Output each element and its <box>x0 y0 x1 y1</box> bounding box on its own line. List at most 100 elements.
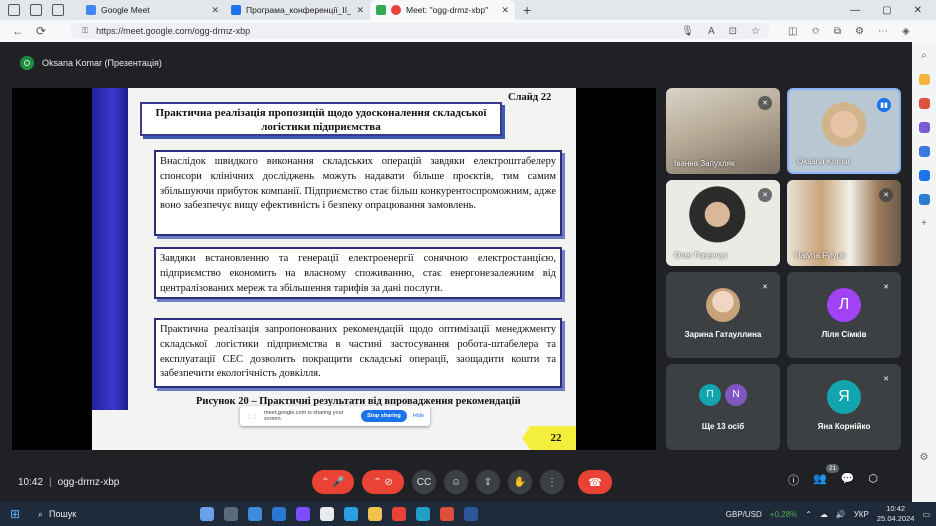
chat-icon[interactable]: 💬 <box>841 472 855 488</box>
meeting-details-icon[interactable]: ⓘ <box>788 472 799 488</box>
site-info-icon[interactable]: ⚿ <box>82 26 88 36</box>
captions-button[interactable]: CC <box>412 470 436 494</box>
copilot-icon[interactable]: ◈ <box>902 26 910 37</box>
favorites-icon[interactable]: ✩ <box>811 26 819 37</box>
outlook-icon[interactable] <box>918 170 930 181</box>
url-tools: 🎙 A ⊡ ☆ <box>681 26 770 37</box>
office-icon[interactable] <box>918 146 930 157</box>
participant-tile[interactable]: Я ✕ Яна Корнійко <box>787 364 901 450</box>
minimize-button[interactable]: — <box>850 5 860 16</box>
word-icon[interactable] <box>464 507 478 521</box>
tab-title: Програма_конференції_II_етап <box>246 5 352 15</box>
participant-tile-speaking[interactable]: ▮▮ Oksana Komar <box>787 88 901 174</box>
profile-icon[interactable] <box>8 4 20 16</box>
microphone-toggle-button[interactable]: ⌃ 🎤 <box>312 470 354 494</box>
chrome-profile-icon[interactable] <box>440 507 454 521</box>
search-icon[interactable]: ⌕ <box>921 50 927 61</box>
chrome-icon[interactable] <box>392 507 406 521</box>
close-tab-icon[interactable]: ✕ <box>211 5 219 16</box>
search-icon: ⌕ <box>38 508 44 519</box>
avatar <box>706 287 740 322</box>
file-explorer-icon[interactable] <box>368 507 382 521</box>
people-icon[interactable]: 👥 <box>813 472 827 488</box>
telegram-icon[interactable] <box>344 507 358 521</box>
url-field[interactable]: ⚿ https://meet.google.com/ogg-drmz-xbp 🎙… <box>70 23 770 39</box>
avatar: П <box>699 383 721 406</box>
meeting-tools: ⓘ 👥 21 💬 ⬡ <box>788 464 878 488</box>
split-screen-icon[interactable]: ◫ <box>788 26 797 37</box>
meet-control-bar: 10:42 | ogg-drmz-xbp ⌃ 🎤 ⌃ ⊘ CC ☺ ⇪ ✋ ⋮ … <box>0 462 912 502</box>
store-icon[interactable] <box>248 507 262 521</box>
sidebar-settings-icon[interactable]: ⚙ <box>920 452 929 463</box>
network-icon[interactable]: ☁ <box>820 510 828 519</box>
tab-actions-icon[interactable] <box>52 4 64 16</box>
refresh-icon[interactable]: ⟳ <box>36 24 46 38</box>
mic-off-icon: ✕ <box>758 188 772 202</box>
shopping-icon[interactable] <box>918 74 930 85</box>
send-icon[interactable] <box>918 194 930 205</box>
participant-name: Halyna Fylyuk <box>795 251 846 260</box>
system-tray: GBP/USD +0,28% ⌃ ☁ 🔊 УКР 10:42 25.04.202… <box>726 504 936 524</box>
games-icon[interactable] <box>918 122 930 133</box>
participant-tile[interactable]: ✕ Іванна Запухляк <box>666 88 780 174</box>
edge-icon[interactable] <box>416 507 430 521</box>
language-indicator[interactable]: УКР <box>854 510 869 519</box>
tab-google-meet[interactable]: Google Meet ✕ <box>80 0 225 20</box>
people-count-badge: 21 <box>826 464 840 473</box>
workspaces-icon[interactable] <box>30 4 42 16</box>
camera-toggle-button[interactable]: ⌃ ⊘ <box>362 470 404 494</box>
slide-paragraph: Внаслідок швидкого виконання складських … <box>154 150 562 236</box>
media-player-icon[interactable] <box>296 507 310 521</box>
leave-call-button[interactable]: ☎ <box>578 470 612 494</box>
window-controls: — ▢ ✕ <box>850 5 936 16</box>
raise-hand-button[interactable]: ✋ <box>508 470 532 494</box>
close-tab-icon[interactable]: ✕ <box>501 5 509 16</box>
mic-icon[interactable]: 🎙 <box>681 26 694 37</box>
nav-buttons: ← ⟳ <box>0 24 70 38</box>
drag-handle-icon[interactable]: ⋮⋮ <box>246 413 258 420</box>
present-screen-button[interactable]: ⇪ <box>476 470 500 494</box>
participant-tile[interactable]: ✕ Зарина Гатауллина <box>666 272 780 358</box>
stop-sharing-button[interactable]: Stop sharing <box>361 410 407 422</box>
add-sidebar-app-icon[interactable]: + <box>921 218 927 229</box>
activities-icon[interactable]: ⬡ <box>868 472 878 488</box>
close-tab-icon[interactable]: ✕ <box>356 5 364 16</box>
emoji-reactions-button[interactable]: ☺ <box>444 470 468 494</box>
notifications-icon[interactable]: ▭ <box>922 510 930 519</box>
search-placeholder: Пошук <box>49 509 77 519</box>
volume-icon[interactable]: 🔊 <box>836 510 846 519</box>
taskbar-search[interactable]: ⌕ Пошук <box>30 505 160 523</box>
collections-icon[interactable]: ⧉ <box>834 26 841 37</box>
tab-conference-program[interactable]: Програма_конференції_II_етап ✕ <box>225 0 370 20</box>
more-icon[interactable]: ⋯ <box>878 26 888 37</box>
app-icon[interactable]: ⊡ <box>729 26 737 37</box>
mic-off-icon: ✕ <box>879 188 893 202</box>
clock[interactable]: 10:42 25.04.2024 <box>877 504 915 524</box>
participant-tile[interactable]: ✕ Halyna Fylyuk <box>787 180 901 266</box>
hide-button[interactable]: Hide <box>413 413 424 419</box>
participant-tile[interactable]: Л ✕ Ліля Сімків <box>787 272 901 358</box>
read-aloud-icon[interactable]: A <box>708 26 715 37</box>
widgets-icon[interactable] <box>200 507 214 521</box>
maximize-button[interactable]: ▢ <box>882 5 891 16</box>
notepad-icon[interactable] <box>320 507 334 521</box>
new-tab-button[interactable]: + <box>515 2 531 18</box>
more-options-button[interactable]: ⋮ <box>540 470 564 494</box>
slide-paragraph: Практична реалізація запропонованих реко… <box>154 318 562 388</box>
participant-name: Ліля Сімків <box>821 330 867 339</box>
browser-tabstrip: Google Meet ✕ Програма_конференції_II_ет… <box>0 0 936 20</box>
more-participants-tile[interactable]: П N Ще 13 осіб <box>666 364 780 450</box>
favorite-star-icon[interactable]: ☆ <box>751 26 760 37</box>
avatar-stack: П N <box>699 383 747 406</box>
back-icon[interactable]: ← <box>12 24 24 38</box>
stock-ticker[interactable]: GBP/USD <box>726 510 762 519</box>
tools-icon[interactable] <box>918 98 930 109</box>
participant-tile[interactable]: ✕ Олег Говенчук <box>666 180 780 266</box>
tray-overflow-icon[interactable]: ⌃ <box>805 510 812 519</box>
windows-start-icon[interactable]: ⊞ <box>0 507 30 521</box>
mail-icon[interactable] <box>272 507 286 521</box>
tab-meet-active[interactable]: Meet: "ogg-drmz-xbp" ✕ <box>370 0 515 20</box>
task-view-icon[interactable] <box>224 507 238 521</box>
extensions-icon[interactable]: ⚙ <box>855 26 864 37</box>
close-window-button[interactable]: ✕ <box>914 5 922 16</box>
